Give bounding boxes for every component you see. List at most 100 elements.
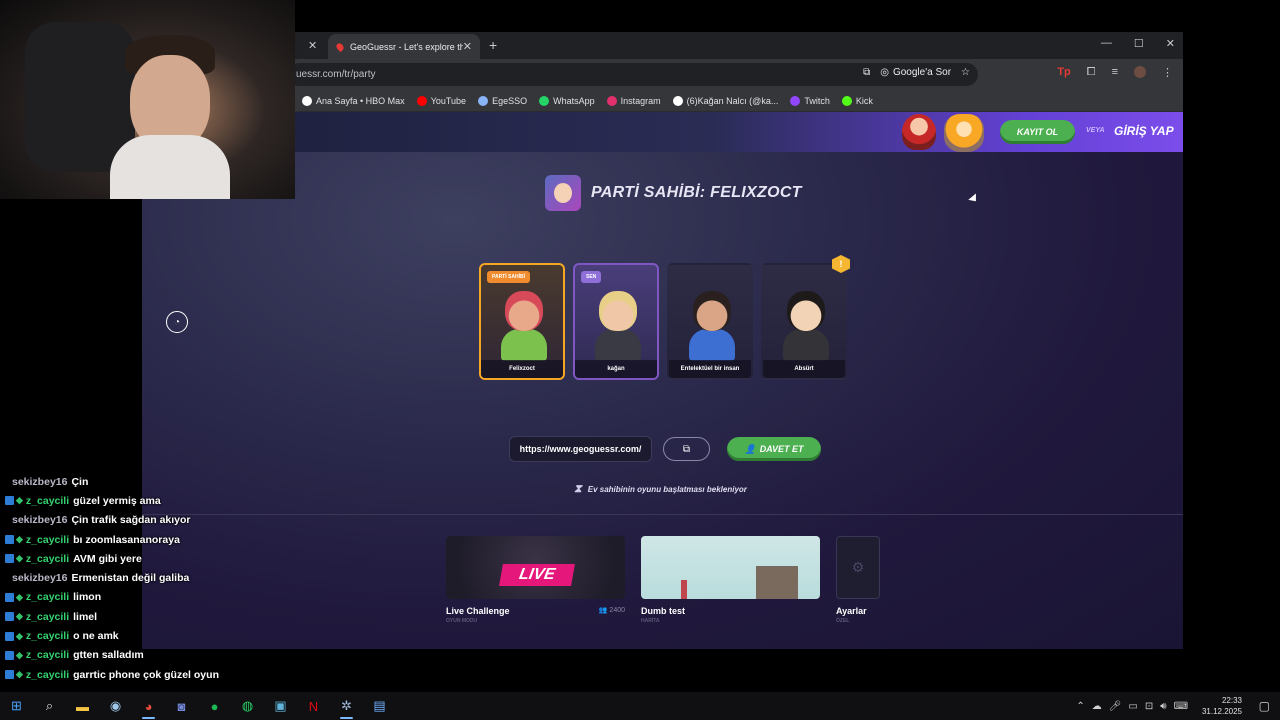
player-list: PARTİ SAHİBİ Felixzoct SEN kağan Entelektüel… bbox=[479, 263, 847, 380]
chat-icon[interactable]: ◔ bbox=[166, 311, 188, 333]
chat-username: z_caycili bbox=[25, 630, 70, 643]
player-avatar-body bbox=[595, 329, 641, 361]
giris-yap-link[interactable]: GİRİŞ YAP bbox=[1114, 124, 1174, 138]
chat-message: ◆ z_caycili limel bbox=[0, 607, 240, 626]
kayit-ol-button[interactable]: KAYIT OL bbox=[1000, 120, 1075, 144]
bookmark-item[interactable]: YouTube bbox=[416, 95, 466, 106]
stream-chat-overlay: sekizbey16 Çin ◆ z_caycili güzel yermiş ama s… bbox=[0, 472, 240, 684]
battery-icon[interactable]: ▭ bbox=[1128, 701, 1137, 712]
chat-message: ◆ z_caycili limon bbox=[0, 588, 240, 607]
notepad-icon[interactable]: ▤ bbox=[363, 692, 396, 720]
copy-link-button[interactable]: ⧉ bbox=[663, 437, 710, 461]
prime-badge-icon bbox=[5, 554, 14, 564]
live-thumb-text: LIVE bbox=[499, 564, 575, 586]
chat-badges: ◆ bbox=[5, 650, 23, 661]
media-control-icon[interactable]: ≡ bbox=[1112, 66, 1118, 79]
address-bar[interactable]: uessr.com/tr/party ⧉ ◎ Google'a Sor ☆ bbox=[288, 63, 978, 86]
photos-icon[interactable]: ▣ bbox=[264, 692, 297, 720]
add-user-icon: 👤 bbox=[744, 443, 756, 454]
mode-live-challenge[interactable]: LIVE Live Challenge 👥 2400 OYUN MODU bbox=[446, 536, 625, 624]
chat-text: garrtic phone çok güzel oyun bbox=[73, 668, 219, 681]
onedrive-icon[interactable]: ☁ bbox=[1092, 701, 1102, 712]
chat-text: o ne amk bbox=[73, 630, 119, 643]
cast-icon[interactable]: ⧉ bbox=[863, 67, 870, 78]
mode-settings[interactable]: ⚙ Ayarlar ÖZEL bbox=[836, 536, 880, 624]
prime-badge-icon bbox=[5, 631, 14, 641]
chrome-icon[interactable]: ◕ bbox=[132, 692, 165, 720]
profile-avatar[interactable] bbox=[1134, 66, 1146, 78]
bookmark-item[interactable]: Kick bbox=[841, 95, 873, 106]
mode-map[interactable]: Dumb test HARİTA bbox=[641, 536, 820, 624]
sub-badge-icon: ◆ bbox=[16, 534, 23, 545]
microphone-icon[interactable]: 🎤︎ bbox=[1109, 701, 1122, 712]
mode-label-row: Ayarlar bbox=[836, 606, 880, 616]
file-explorer-icon[interactable]: ▬ bbox=[66, 692, 99, 720]
party-icon bbox=[545, 175, 581, 211]
invite-url-field[interactable]: https://www.geoguessr.com/ bbox=[509, 436, 652, 462]
clock[interactable]: 22:33 31.12.2025 bbox=[1202, 695, 1242, 717]
new-tab-button[interactable]: + bbox=[489, 37, 497, 53]
sub-badge-icon: ◆ bbox=[16, 669, 23, 680]
bookmark-favicon-icon bbox=[606, 95, 617, 106]
windows-start-icon[interactable]: ⊞ bbox=[0, 692, 33, 720]
chat-text: limon bbox=[73, 591, 102, 604]
player-name: Entelektüel bir insan bbox=[669, 360, 751, 378]
previous-tab-close-icon[interactable]: ✕ bbox=[308, 39, 317, 52]
prime-badge-icon bbox=[5, 535, 14, 545]
keyboard-icon[interactable]: ⌨ bbox=[1174, 701, 1188, 712]
chat-text: gtten salladım bbox=[73, 649, 144, 662]
tab-close-icon[interactable]: ✕ bbox=[463, 40, 472, 53]
extension-tp-icon[interactable]: Tp bbox=[1057, 66, 1070, 79]
bookmark-favicon-icon bbox=[672, 95, 683, 106]
davet-et-button[interactable]: 👤 DAVET ET bbox=[727, 437, 821, 461]
whatsapp-icon[interactable]: ◍ bbox=[231, 692, 264, 720]
bookmark-favicon-icon bbox=[302, 95, 312, 106]
settings-title: Ayarlar bbox=[836, 606, 867, 616]
google-sor-button[interactable]: ◎ Google'a Sor bbox=[880, 67, 951, 78]
player-card[interactable]: PARTİ SAHİBİ Felixzoct bbox=[479, 263, 565, 380]
steam-icon[interactable]: ◉ bbox=[99, 692, 132, 720]
chat-username: z_caycili bbox=[25, 533, 70, 546]
waiting-text: Ev sahibinin oyunu başlatması bekleniyor bbox=[587, 485, 747, 494]
player-tag: PARTİ SAHİBİ bbox=[487, 271, 530, 283]
extensions-icon[interactable]: ⧠ bbox=[1087, 66, 1096, 79]
prime-badge-icon bbox=[5, 592, 14, 602]
chat-badges: ◆ bbox=[5, 592, 23, 603]
bookmark-item[interactable]: Twitch bbox=[790, 95, 830, 106]
discord-icon[interactable]: ◙ bbox=[165, 692, 198, 720]
player-avatar-body bbox=[689, 329, 735, 361]
chat-username: z_caycili bbox=[25, 494, 70, 507]
minimize-icon[interactable]: — bbox=[1101, 37, 1112, 50]
section-divider bbox=[142, 514, 1183, 515]
settings-subtitle: ÖZEL bbox=[836, 618, 850, 624]
close-window-icon[interactable]: ✕ bbox=[1166, 37, 1175, 50]
search-icon[interactable]: ⌕ bbox=[33, 692, 66, 720]
spotify-icon[interactable]: ● bbox=[198, 692, 231, 720]
bookmark-item[interactable]: Instagram bbox=[606, 95, 661, 106]
bookmark-item[interactable]: EgeSSO bbox=[478, 95, 527, 106]
settings-app-icon[interactable]: ✲ bbox=[330, 692, 363, 720]
sub-badge-icon: ◆ bbox=[16, 649, 23, 660]
volume-icon[interactable]: 🔊︎ bbox=[1160, 701, 1166, 712]
bookmark-item[interactable]: Ana Sayfa • HBO Max bbox=[302, 95, 405, 106]
maximize-icon[interactable]: ☐ bbox=[1134, 37, 1144, 50]
network-icon[interactable]: ⊡ bbox=[1145, 701, 1153, 712]
netflix-icon[interactable]: N bbox=[297, 692, 330, 720]
prime-badge-icon bbox=[5, 650, 14, 660]
bookmark-item[interactable]: (6)Kağan Nalcı (@ka... bbox=[672, 95, 778, 106]
prime-badge-icon bbox=[5, 496, 14, 506]
bookmark-item[interactable]: WhatsApp bbox=[539, 95, 595, 106]
tab-geoguessr[interactable]: GeoGuessr - Let's explore the w ✕ bbox=[328, 34, 480, 59]
bookmark-star-icon[interactable]: ☆ bbox=[961, 67, 970, 78]
webcam-shirt bbox=[110, 135, 230, 199]
toolbar-icons: Tp ⧠ ≡ ⋮ bbox=[1057, 66, 1173, 79]
tab-strip: ✕ GeoGuessr - Let's explore the w ✕ + — … bbox=[142, 32, 1183, 59]
player-card[interactable]: Absürt bbox=[761, 263, 847, 380]
mode-label-row: Live Challenge 👥 2400 bbox=[446, 606, 625, 616]
tray-expand-icon[interactable]: ⌃ bbox=[1076, 701, 1084, 712]
player-card[interactable]: SEN kağan bbox=[573, 263, 659, 380]
menu-kebab-icon[interactable]: ⋮ bbox=[1162, 66, 1173, 79]
notification-icon[interactable]: ▢ bbox=[1259, 699, 1270, 713]
player-card[interactable]: Entelektüel bir insan bbox=[667, 263, 753, 380]
chat-message: sekizbey16 Çin trafik sağdan akıyor bbox=[0, 511, 240, 530]
